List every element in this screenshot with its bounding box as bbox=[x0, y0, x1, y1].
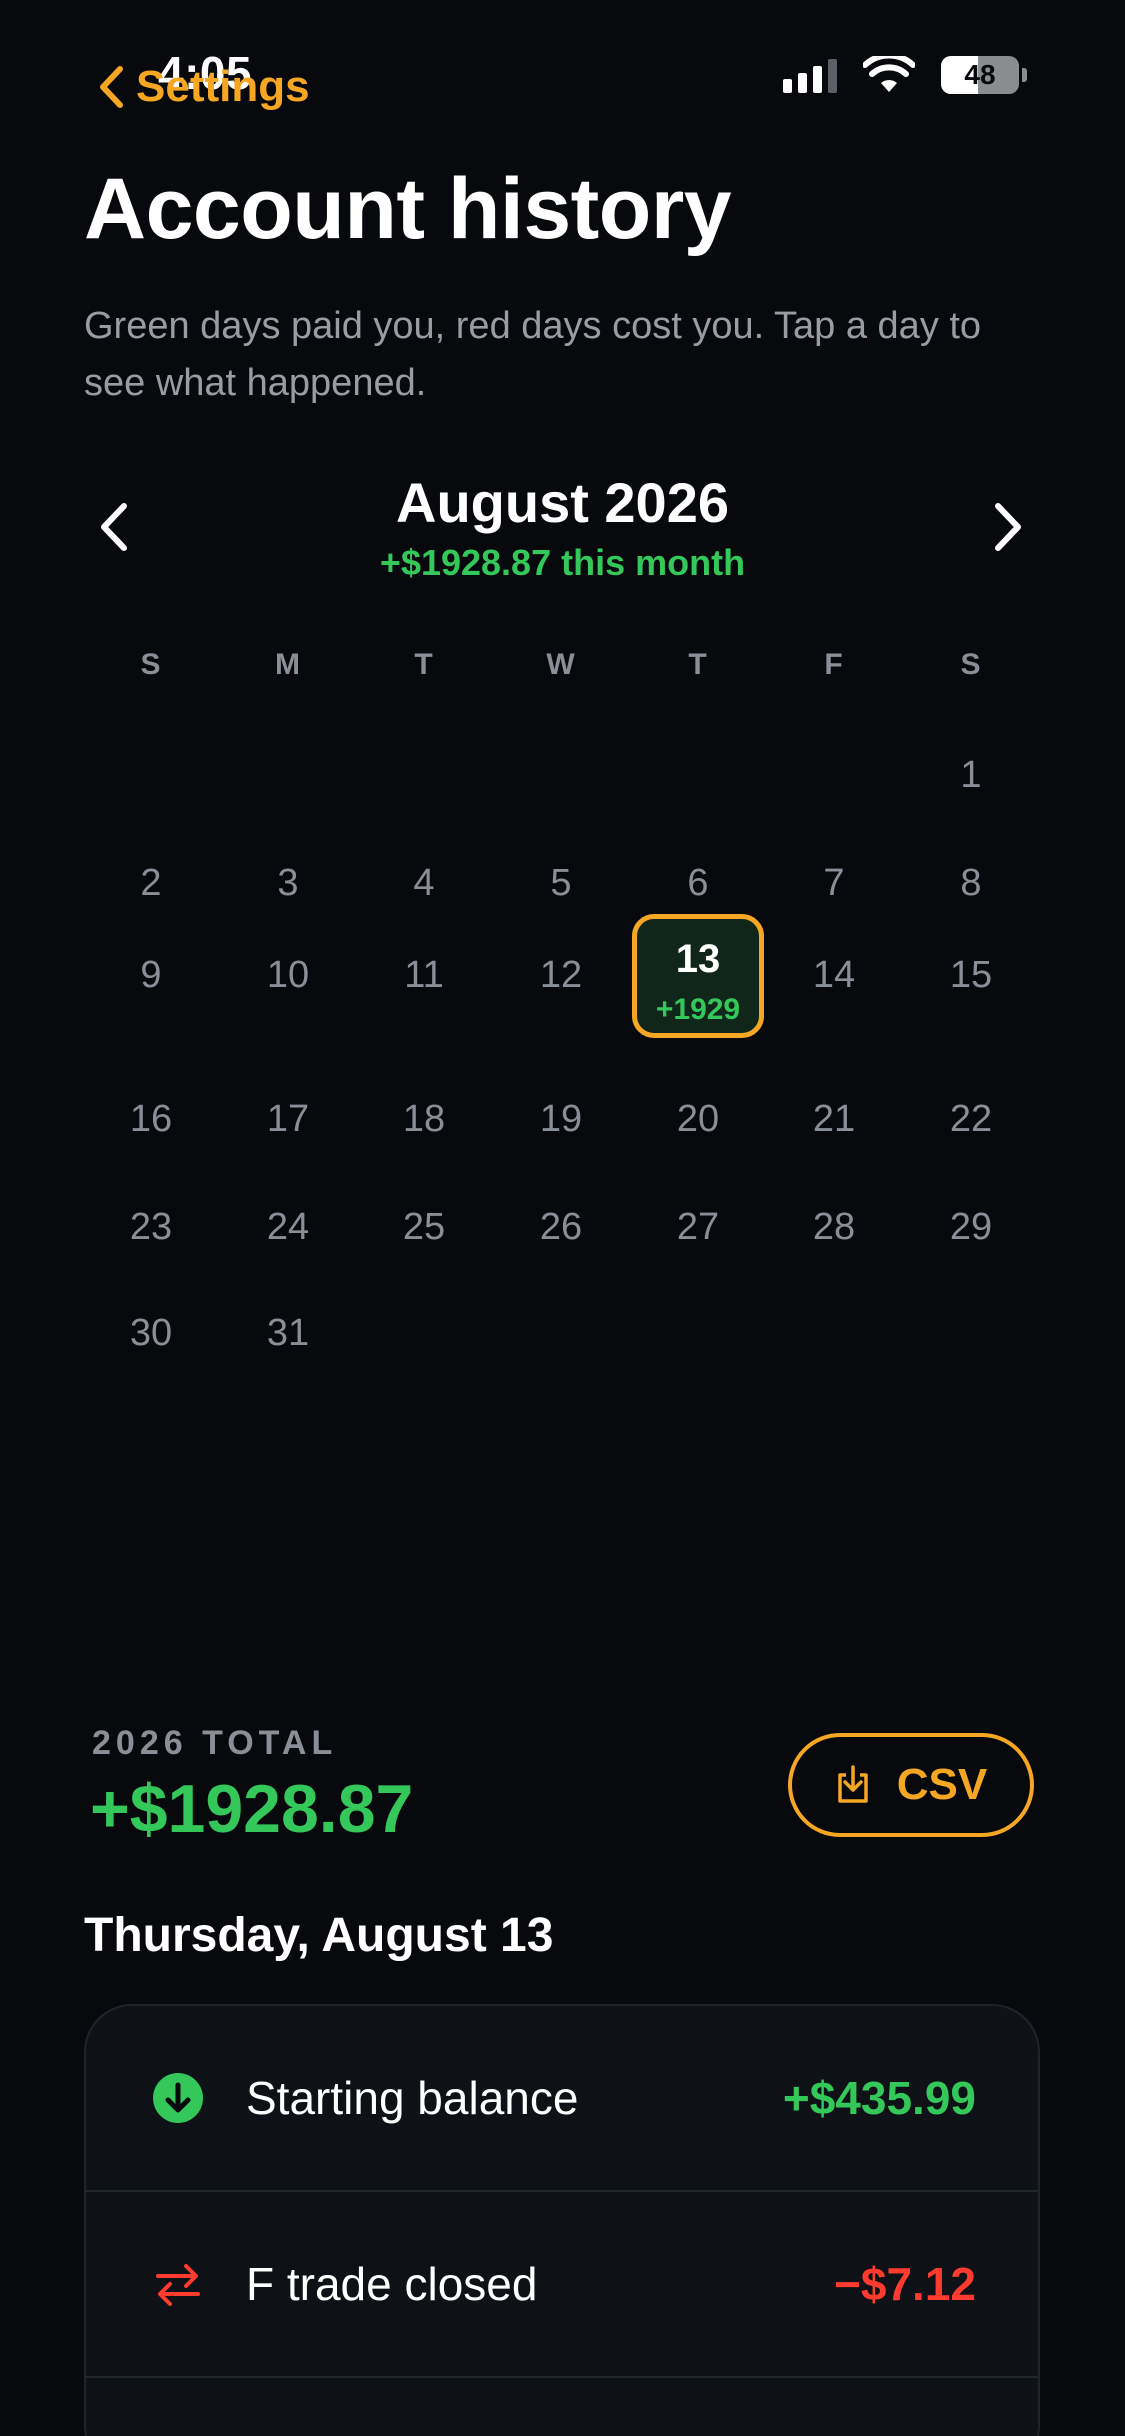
back-label: Settings bbox=[136, 62, 310, 111]
divider bbox=[86, 2376, 1038, 2378]
calendar-day[interactable]: 15 bbox=[903, 954, 1039, 997]
day-events-card: Starting balance +$435.99 F trade closed… bbox=[84, 2004, 1040, 2436]
calendar-day[interactable]: 20 bbox=[630, 1098, 766, 1141]
swap-arrows-icon bbox=[156, 2264, 200, 2306]
chevron-left-icon bbox=[100, 66, 123, 108]
weekday-label: F bbox=[824, 648, 844, 681]
calendar-day[interactable]: 25 bbox=[356, 1206, 492, 1249]
cellular-signal-icon bbox=[783, 57, 837, 93]
calendar-day[interactable]: 28 bbox=[766, 1206, 902, 1249]
back-button[interactable]: Settings bbox=[98, 62, 310, 112]
year-total-value: +$1928.87 bbox=[90, 1771, 414, 1847]
weekday-label: S bbox=[960, 648, 982, 681]
calendar-day[interactable]: 26 bbox=[493, 1206, 629, 1249]
selected-day-heading: Thursday, August 13 bbox=[84, 1909, 554, 1962]
screen: 4:05 48 Settings Account history Green d… bbox=[0, 0, 1125, 2436]
calendar-day[interactable]: 1 bbox=[903, 754, 1039, 797]
calendar-day[interactable]: 19 bbox=[493, 1098, 629, 1141]
event-row[interactable]: Starting balance +$435.99 bbox=[86, 2006, 1038, 2190]
selected-day-amount: +1929 bbox=[655, 993, 741, 1026]
weekday-label: T bbox=[688, 648, 708, 681]
event-amount: +$435.99 bbox=[782, 2072, 976, 2124]
calendar-day[interactable]: 8 bbox=[903, 862, 1039, 905]
calendar-day[interactable]: 14 bbox=[766, 954, 902, 997]
chevron-right-icon bbox=[995, 503, 1021, 551]
calendar-day[interactable]: 18 bbox=[356, 1098, 492, 1141]
calendar-day[interactable]: 6 bbox=[630, 862, 766, 905]
calendar-day[interactable]: 31 bbox=[220, 1312, 356, 1355]
battery-icon: 48 bbox=[941, 56, 1019, 94]
csv-label: CSV bbox=[896, 1760, 988, 1809]
arrow-down-circle-icon bbox=[153, 2073, 203, 2123]
calendar-day[interactable]: 22 bbox=[903, 1098, 1039, 1141]
calendar-day[interactable]: 16 bbox=[83, 1098, 219, 1141]
calendar-day-selected[interactable]: 13 +1929 bbox=[632, 914, 764, 1038]
next-month-button[interactable] bbox=[990, 500, 1026, 559]
page-subtitle: Green days paid you, red days cost you. … bbox=[84, 305, 982, 404]
calendar-day[interactable]: 9 bbox=[83, 954, 219, 997]
csv-export-button[interactable]: CSV bbox=[788, 1733, 1034, 1837]
wifi-icon bbox=[863, 56, 915, 92]
download-icon bbox=[838, 1765, 868, 1803]
calendar-day[interactable]: 27 bbox=[630, 1206, 766, 1249]
calendar-day[interactable]: 12 bbox=[493, 954, 629, 997]
status-icons: 48 bbox=[783, 56, 1027, 94]
event-label: F trade closed bbox=[246, 2258, 538, 2310]
calendar-day[interactable]: 2 bbox=[83, 862, 219, 905]
calendar-day[interactable]: 24 bbox=[220, 1206, 356, 1249]
calendar-day[interactable]: 11 bbox=[356, 954, 492, 997]
event-label: Starting balance bbox=[246, 2072, 579, 2124]
event-row[interactable]: F trade closed −$7.12 bbox=[86, 2192, 1038, 2376]
weekday-label: M bbox=[275, 648, 301, 681]
calendar-day[interactable]: 5 bbox=[493, 862, 629, 905]
calendar-day[interactable]: 10 bbox=[220, 954, 356, 997]
year-total-label: 2026 TOTAL bbox=[92, 1724, 338, 1762]
calendar-day[interactable]: 3 bbox=[220, 862, 356, 905]
month-title: August 2026 bbox=[396, 471, 729, 534]
weekday-label: W bbox=[546, 648, 576, 681]
calendar-day[interactable]: 7 bbox=[766, 862, 902, 905]
calendar-day[interactable]: 29 bbox=[903, 1206, 1039, 1249]
selected-day-number: 13 bbox=[675, 937, 721, 981]
calendar-day[interactable]: 21 bbox=[766, 1098, 902, 1141]
weekday-label: T bbox=[414, 648, 434, 681]
battery-percent: 48 bbox=[964, 59, 996, 90]
calendar-day[interactable]: 4 bbox=[356, 862, 492, 905]
page-title: Account history bbox=[84, 161, 732, 257]
calendar-day[interactable]: 23 bbox=[83, 1206, 219, 1249]
month-summary: +$1928.87 this month bbox=[379, 542, 746, 583]
event-amount: −$7.12 bbox=[834, 2258, 976, 2310]
calendar-day[interactable]: 17 bbox=[220, 1098, 356, 1141]
weekday-label: S bbox=[140, 648, 162, 681]
calendar-day[interactable]: 30 bbox=[83, 1312, 219, 1355]
